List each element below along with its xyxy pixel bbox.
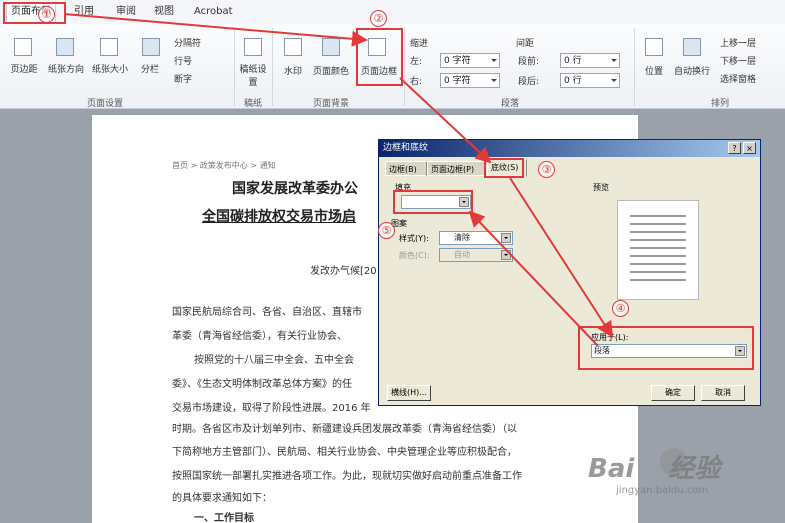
watermark-brand-suffix: 经验 bbox=[668, 454, 721, 484]
highlight-page-borders-button bbox=[356, 28, 403, 86]
highlight-apply-to bbox=[578, 326, 754, 370]
marker-1: ① bbox=[38, 6, 55, 23]
highlight-fill-dropdown bbox=[393, 190, 473, 214]
highlight-page-layout-tab bbox=[3, 2, 66, 24]
arrow-border-to-shading bbox=[399, 77, 492, 164]
watermark-brand: Bai bbox=[588, 454, 635, 484]
marker-5: ⑤ bbox=[378, 222, 395, 239]
marker-2: ② bbox=[370, 10, 387, 27]
screenshot-frame: 页面布局 引用 审阅 视图 Acrobat 页边距 纸张方向 纸张大小 分栏 分… bbox=[0, 0, 785, 523]
highlight-shading-tab bbox=[484, 158, 524, 178]
baidu-watermark: Bai 经验 bbox=[588, 448, 720, 485]
marker-3: ③ bbox=[538, 161, 555, 178]
baidu-watermark-url: jingyan.baidu.com bbox=[616, 485, 709, 496]
arrow-shading-to-apply bbox=[509, 177, 614, 338]
arrow-tab-to-border bbox=[63, 13, 368, 47]
marker-4: ④ bbox=[612, 300, 629, 317]
